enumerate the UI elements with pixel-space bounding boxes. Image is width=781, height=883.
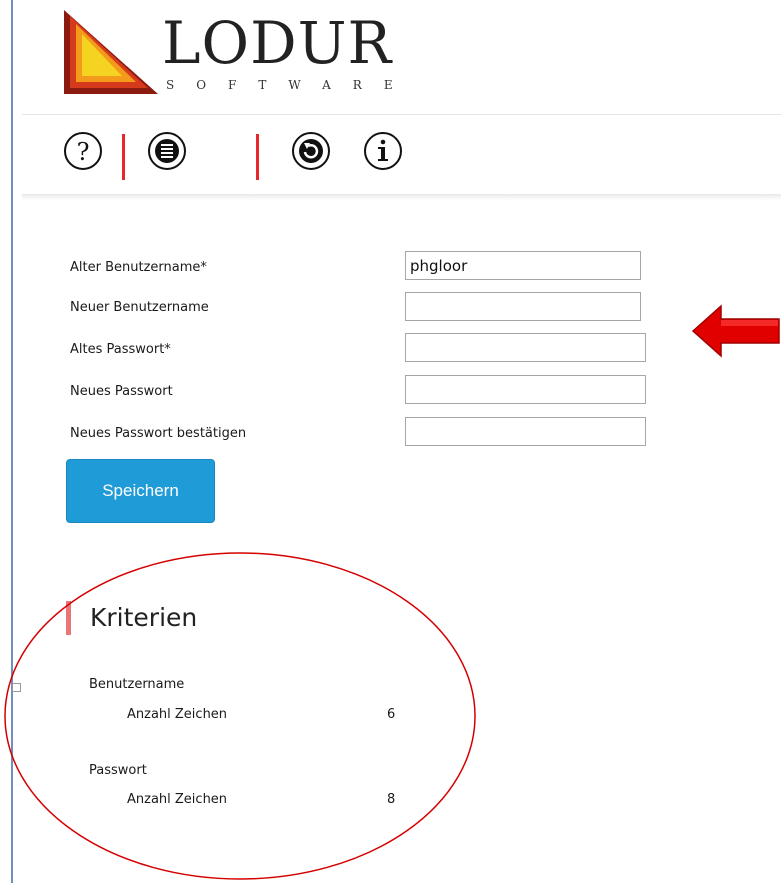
- brand-name: LODUR: [162, 9, 393, 77]
- list-icon[interactable]: [146, 130, 196, 180]
- lodur-logo: LODUR SOFTWARE: [62, 8, 462, 98]
- svg-text:?: ?: [77, 138, 90, 166]
- toolbar-separator: [256, 134, 259, 180]
- new-password-input[interactable]: [405, 375, 646, 404]
- save-button[interactable]: Speichern: [66, 459, 215, 523]
- old-password-input[interactable]: [405, 333, 646, 362]
- toolbar-divider: [22, 194, 781, 200]
- label-old-username: Alter Benutzername*: [70, 260, 207, 275]
- header-divider: [22, 114, 781, 115]
- new-username-input[interactable]: [405, 292, 641, 321]
- help-icon[interactable]: ?: [62, 130, 112, 180]
- old-username-input[interactable]: [405, 251, 641, 280]
- label-old-password: Altes Passwort*: [70, 342, 171, 357]
- info-icon[interactable]: [362, 130, 412, 180]
- toolbar-separator: [122, 134, 125, 180]
- annotation-arrow-icon: [691, 304, 780, 358]
- annotation-circle: [4, 552, 476, 880]
- brand-subtitle: SOFTWARE: [166, 78, 415, 92]
- refresh-icon[interactable]: [290, 130, 340, 180]
- confirm-password-input[interactable]: [405, 417, 646, 446]
- label-new-username: Neuer Benutzername: [70, 300, 209, 315]
- label-new-password: Neues Passwort: [70, 384, 173, 399]
- label-confirm-password: Neues Passwort bestätigen: [70, 426, 247, 441]
- logo-triangle-icon: [64, 10, 158, 94]
